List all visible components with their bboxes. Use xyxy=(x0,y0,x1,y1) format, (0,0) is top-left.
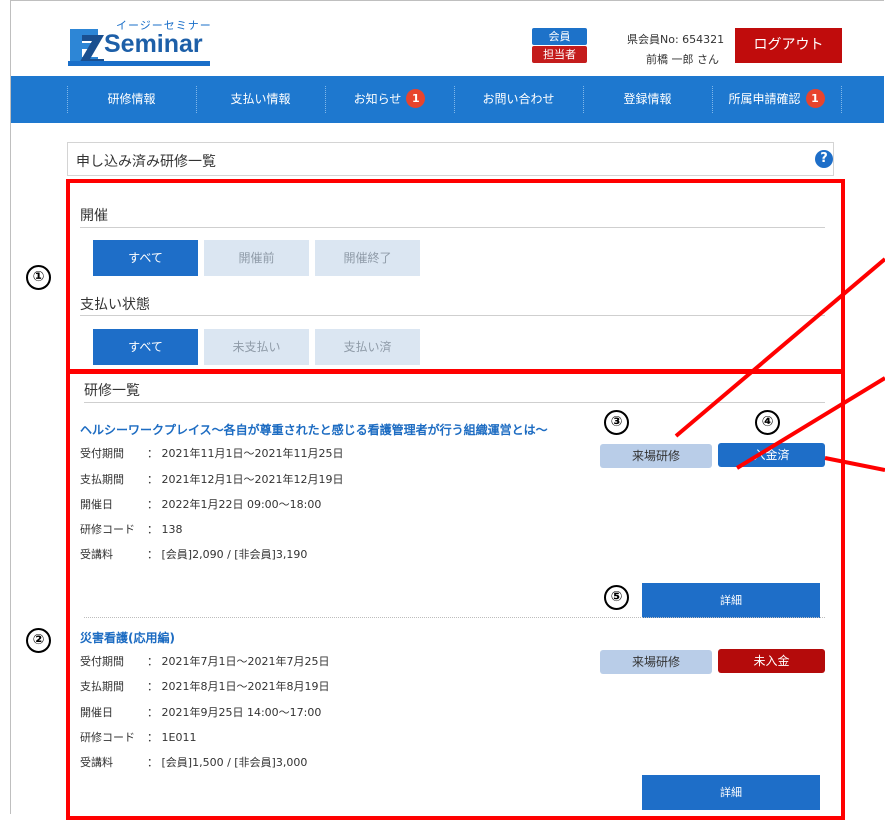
annotation-marker: ② xyxy=(26,628,51,653)
annotation-marker: ③ xyxy=(604,410,629,435)
annotation-marker: ⑤ xyxy=(604,585,629,610)
annotation-marker: ④ xyxy=(755,410,780,435)
annotation-arrow-line xyxy=(674,257,885,438)
annotation-marker: ① xyxy=(26,265,51,290)
annotation-arrow-line xyxy=(824,456,885,472)
annotation-arrows xyxy=(674,257,885,472)
